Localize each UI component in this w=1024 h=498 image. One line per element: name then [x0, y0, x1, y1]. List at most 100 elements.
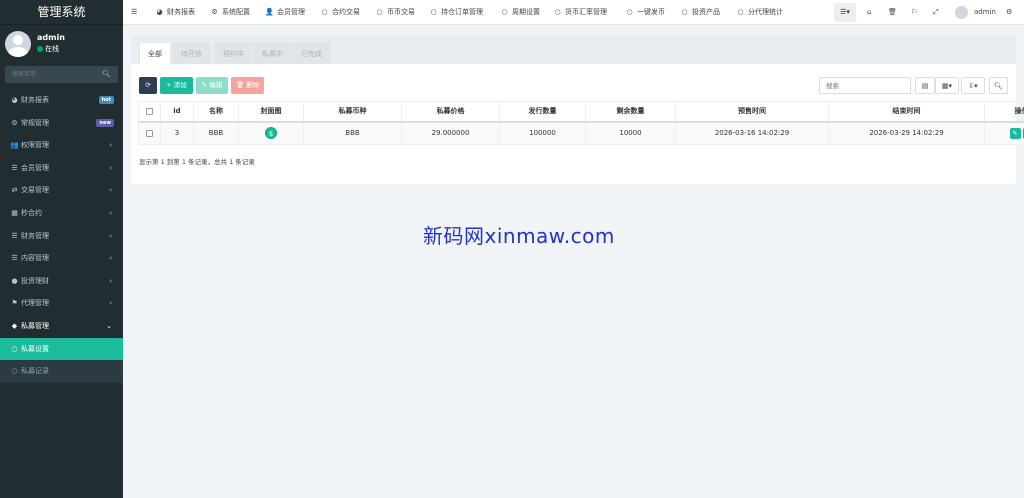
hot-badge: hot — [98, 96, 114, 104]
row-select-cell[interactable] — [138, 121, 161, 145]
table-search-input[interactable] — [819, 77, 911, 94]
online-dot-icon — [37, 46, 43, 52]
chevron-left-icon: ‹ — [109, 299, 112, 308]
edit-button[interactable]: ✎ 编辑 — [196, 77, 228, 94]
sidebar-item-investment[interactable]: ● 投资理财 ‹ — [0, 270, 123, 293]
export-button[interactable]: ⇩▾ — [961, 77, 985, 94]
circle-icon: ○ — [626, 8, 633, 16]
sidebar-item-auth[interactable]: 👥 权限管理 ‹ — [0, 134, 123, 157]
chevron-left-icon: ‹ — [109, 254, 112, 263]
sidebar-item-finance[interactable]: ☰ 财务管理 ‹ — [0, 225, 123, 248]
top-avatar[interactable] — [955, 6, 968, 19]
home-icon[interactable]: ⌂ — [867, 0, 871, 25]
topnav-item-position-orders[interactable]: ○ 持仓订单管理 — [429, 0, 483, 25]
chevron-left-icon: ‹ — [109, 141, 112, 150]
select-all-checkbox[interactable] — [146, 107, 153, 115]
circle-icon: ○ — [430, 8, 437, 16]
table-row[interactable]: 3 BBB $ BBB 29.000000 100000 10000 2026-… — [138, 121, 1024, 145]
topnav-item-finance-report[interactable]: ◕ 财务报表 — [155, 0, 195, 25]
topnav-item-issue-coin[interactable]: ○ 一键发币 — [625, 0, 665, 25]
tag-icon: ⚑ — [11, 299, 18, 308]
sidebar-item-general[interactable]: ⚙ 常规管理 new — [0, 112, 123, 135]
data-table: id 名称 封面图 私募币种 私募价格 发行数量 剩余数量 预售时间 结束时间 … — [138, 101, 1024, 145]
list-dropdown-button[interactable]: ☰▾ — [834, 3, 856, 22]
select-all-cell[interactable] — [138, 101, 161, 123]
topnav-label: 财务报表 — [167, 8, 195, 16]
col-remain[interactable]: 剩余数量 — [585, 101, 676, 123]
sidebar-item-finance-report[interactable]: ◕ 财务报表 hot — [0, 89, 123, 112]
topnav-item-investment-products[interactable]: ○ 投资产品 — [680, 0, 720, 25]
toggle-view-button[interactable]: ▤ — [915, 77, 935, 94]
cell-remain: 10000 — [585, 121, 676, 145]
pencil-icon: ✎ — [1012, 129, 1018, 137]
sidebar-item-seconds-contract[interactable]: ▦ 秒合约 ‹ — [0, 202, 123, 225]
sidebar-item-label: 财务报表 — [21, 96, 49, 104]
refresh-icon: ⟳ — [145, 81, 151, 89]
col-price[interactable]: 私募价格 — [401, 101, 500, 123]
trash-icon[interactable]: 🗑︎ — [888, 0, 897, 25]
avatar — [5, 31, 31, 57]
language-icon[interactable]: ⚐ — [911, 0, 917, 25]
topnav-item-system-config[interactable]: ⚙ 系统配置 — [210, 0, 250, 25]
topnav-item-exchange-rate[interactable]: ○ 货币汇率管理 — [553, 0, 607, 25]
coin-cover-icon[interactable]: $ — [265, 127, 277, 140]
chevron-left-icon: ‹ — [109, 186, 112, 195]
tab-reserving[interactable]: 预约中 — [214, 42, 253, 64]
advanced-search-button[interactable]: 🔍︎ — [989, 77, 1008, 94]
list-icon: ☰ — [11, 254, 18, 263]
menu-toggle-icon[interactable]: ☰ — [131, 0, 137, 25]
sidebar-item-content[interactable]: ☰ 内容管理 ‹ — [0, 247, 123, 270]
cell-actions: ✎🗑︎ — [984, 121, 1024, 145]
fullscreen-icon[interactable]: ⤢ — [933, 0, 939, 25]
chevron-left-icon: ‹ — [109, 163, 112, 172]
sidebar-item-private-settings[interactable]: ○ 私募设置 — [0, 337, 123, 361]
row-checkbox[interactable] — [146, 129, 153, 137]
columns-button[interactable]: ▦▾ — [935, 77, 959, 94]
sidebar-item-agent[interactable]: ⚑ 代理管理 ‹ — [0, 292, 123, 315]
handshake-icon: ⇄ — [11, 186, 18, 195]
top-navbar: ☰ ◕ 财务报表 ⚙ 系统配置 👤 会员管理 ○ 合约交易 ○ 币币交易 ○ 持仓订单管理 … — [123, 0, 1024, 25]
sidebar-item-label: 交易管理 — [21, 186, 49, 195]
col-issue[interactable]: 发行数量 — [499, 101, 586, 123]
topnav-item-contract-trade[interactable]: ○ 合约交易 — [320, 0, 360, 25]
tab-in-progress[interactable]: 私募中 — [253, 42, 292, 64]
circle-icon: ○ — [681, 8, 688, 16]
user-status-text: 在线 — [45, 45, 59, 53]
sidebar-item-trade[interactable]: ⇄ 交易管理 ‹ — [0, 179, 123, 202]
chevron-left-icon: ‹ — [109, 231, 112, 240]
sidebar-menu: ◕ 财务报表 hot ⚙ 常规管理 new 👥 权限管理 ‹ ☰ 会员管理 ‹ ⇄ 交易管理 ‹ ▦… — [0, 89, 123, 383]
col-presale-time[interactable]: 预售时间 — [675, 101, 829, 123]
cogs-icon: ⚙ — [211, 8, 218, 16]
top-user-name[interactable]: admin — [974, 0, 996, 25]
row-edit-button[interactable]: ✎ — [1009, 127, 1021, 139]
plus-icon: + — [166, 81, 172, 89]
new-badge: new — [96, 118, 114, 127]
sidebar-item-private-records[interactable]: ○ 私募记录 — [0, 360, 123, 383]
search-icon[interactable]: 🔍︎ — [102, 70, 111, 78]
sidebar-item-private-placement[interactable]: ◆ 私募管理 ⌄ — [0, 315, 123, 338]
user-name: admin — [37, 33, 65, 42]
col-id[interactable]: id — [160, 101, 194, 123]
gear-icon[interactable]: ⚙ — [1006, 0, 1012, 25]
topnav-item-cycle-settings[interactable]: ○ 周期设置 — [500, 0, 540, 25]
tab-pending-open[interactable]: 待开放 — [172, 42, 211, 64]
add-button[interactable]: + 添加 — [160, 77, 193, 94]
sidebar-item-label: 代理管理 — [21, 299, 49, 308]
tab-all[interactable]: 全部 — [139, 42, 171, 64]
topnav-item-agent-stats[interactable]: ○ 分代理统计 — [736, 0, 783, 25]
dashboard-icon: ◕ — [11, 96, 18, 104]
refresh-button[interactable]: ⟳ — [139, 77, 157, 94]
user-icon: 👤 — [265, 8, 274, 16]
sidebar-item-members[interactable]: ☰ 会员管理 ‹ — [0, 157, 123, 180]
brand-title[interactable]: 管理系统 — [0, 0, 123, 25]
pencil-icon: ✎ — [201, 81, 208, 89]
menu-search-input[interactable] — [5, 66, 100, 83]
delete-button[interactable]: 🗑︎ 删除 — [231, 77, 264, 94]
col-name[interactable]: 名称 — [193, 101, 239, 123]
list-icon: ☰▾ — [840, 8, 850, 16]
col-coin[interactable]: 私募币种 — [303, 101, 402, 123]
col-end-time[interactable]: 结束时间 — [828, 101, 985, 123]
topnav-item-members[interactable]: 👤 会员管理 — [265, 0, 305, 25]
tab-completed[interactable]: 已完成 — [292, 42, 331, 64]
topnav-item-spot-trade[interactable]: ○ 币币交易 — [375, 0, 415, 25]
